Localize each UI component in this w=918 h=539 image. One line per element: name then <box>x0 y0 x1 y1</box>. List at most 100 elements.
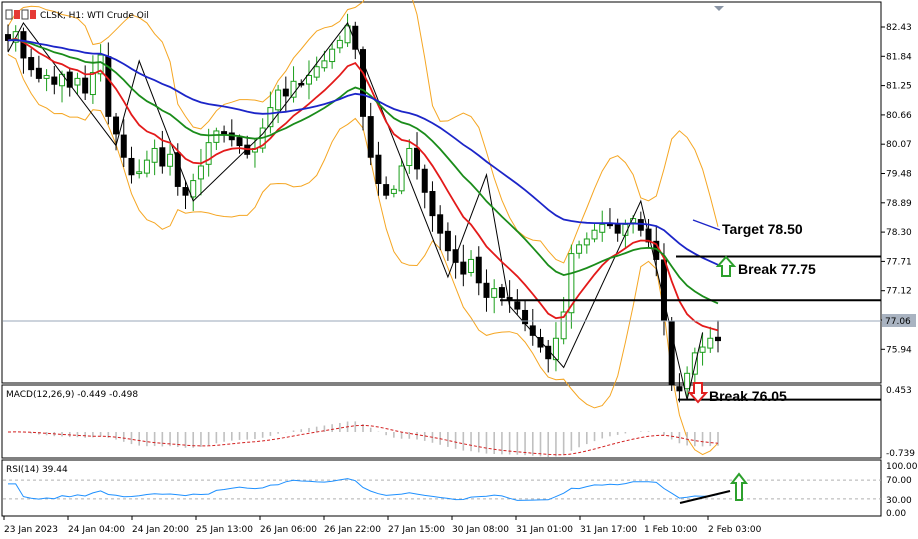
macd-tick-label: 0.453 <box>886 386 912 396</box>
candle-body <box>406 147 413 167</box>
candle-body <box>398 165 405 192</box>
price-tick-label: 78.30 <box>886 228 912 238</box>
price-tick-label: 81.25 <box>886 82 912 92</box>
candle-body <box>576 244 583 254</box>
price-tick-label: 77.71 <box>886 257 912 267</box>
candle-body <box>375 154 382 185</box>
rsi-tick-label: 30.00 <box>886 496 912 506</box>
time-tick-label: 26 Jan 06:00 <box>260 525 317 535</box>
candle-body <box>213 130 220 143</box>
price-axis: 82.43 81.84 81.25 80.66 80.07 79.48 78.89 78.30… <box>881 23 918 519</box>
price-tick-label: 79.48 <box>886 170 912 180</box>
symbol-title: CLSK, H1: WTI Crude Oil <box>40 11 149 21</box>
header-icon-4[interactable] <box>30 10 36 19</box>
candle-body <box>120 134 127 158</box>
candle-body <box>715 336 721 342</box>
candle-body <box>43 74 50 79</box>
time-tick-label: 30 Jan 08:00 <box>452 525 509 535</box>
candle-body <box>437 214 444 234</box>
time-tick-label: 26 Jan 22:00 <box>324 525 381 535</box>
candle-body <box>128 157 135 176</box>
rsi-label: RSI(14) 39.44 <box>6 465 68 475</box>
time-tick-label: 31 Jan 01:00 <box>516 525 573 535</box>
candle-body <box>637 219 644 231</box>
candle-body <box>35 67 42 79</box>
candle-body <box>321 60 328 69</box>
candle-body <box>159 147 166 167</box>
candle-body <box>383 184 390 196</box>
price-tick-label: 80.66 <box>886 111 912 121</box>
candle-body <box>691 352 698 375</box>
candle-body <box>305 74 312 85</box>
time-tick-label: 23 Jan 2023 <box>4 525 58 535</box>
rsi-panel <box>1 459 882 517</box>
time-tick-label: 27 Jan 15:00 <box>388 525 445 535</box>
candle-body <box>414 147 421 170</box>
time-axis: 23 Jan 2023 24 Jan 04:00 24 Jan 20:00 25 Ja… <box>3 516 762 535</box>
candle-body <box>20 31 27 59</box>
candle-body <box>197 165 204 180</box>
candle-body <box>143 159 150 174</box>
main-price-panel <box>1 1 882 384</box>
candle-body <box>275 89 282 111</box>
time-tick-label: 24 Jan 20:00 <box>132 525 189 535</box>
price-tick-label: 81.84 <box>886 52 912 62</box>
time-tick-label: 2 Feb 03:00 <box>708 525 762 535</box>
macd-label: MACD(12,26,9) -0.449 -0.498 <box>6 390 138 400</box>
candle-body <box>606 223 613 227</box>
candle-body <box>290 80 297 98</box>
time-tick-label: 31 Jan 17:00 <box>580 525 637 535</box>
candle-body <box>660 259 667 322</box>
candle-body <box>498 287 505 298</box>
candle-body <box>676 386 683 392</box>
candle-body <box>151 147 158 163</box>
candle-body <box>367 116 374 158</box>
price-tick-label: 77.12 <box>886 287 912 297</box>
header-icon-2[interactable] <box>14 10 20 19</box>
candle-body <box>599 223 606 233</box>
candle-body <box>136 171 143 175</box>
candle-body <box>336 39 343 49</box>
time-tick-label: 1 Feb 10:00 <box>644 525 698 535</box>
time-tick-label: 25 Jan 13:00 <box>196 525 253 535</box>
candle-body <box>583 238 590 246</box>
candle-body <box>684 372 691 390</box>
candle-body <box>460 261 467 275</box>
candle-body <box>74 77 81 86</box>
chart-canvas: 82.43 81.84 81.25 80.66 80.07 79.48 78.89 78.30… <box>1 0 918 535</box>
candle-body <box>190 180 197 198</box>
time-tick-label: 24 Jan 04:00 <box>68 525 125 535</box>
candle-body <box>282 88 289 97</box>
candle-body <box>429 191 436 217</box>
candle-body <box>236 137 243 147</box>
candle-body <box>491 288 498 298</box>
candle-body <box>475 256 482 284</box>
candle-body <box>699 346 706 353</box>
candle-body <box>329 48 336 63</box>
candle-body <box>51 76 58 85</box>
candle-body <box>113 116 120 135</box>
current-price-text: 77.06 <box>885 317 911 327</box>
price-tick-label: 82.43 <box>886 23 912 33</box>
price-tick-label: 78.89 <box>886 199 912 209</box>
candle-body <box>483 282 490 298</box>
price-tick-label: 75.94 <box>886 345 912 355</box>
macd-tick-label: -0.739 <box>886 449 915 459</box>
candle-body <box>591 229 598 240</box>
break-down-label: Break 76.05 <box>709 388 787 404</box>
candle-body <box>514 301 521 310</box>
candle-body <box>182 187 189 196</box>
candle-body <box>390 188 397 194</box>
break-up-label: Break 77.75 <box>738 261 816 277</box>
candle-body <box>89 72 96 96</box>
target-label: Target 78.50 <box>722 221 803 237</box>
candle-body <box>360 49 366 117</box>
candle-body <box>707 337 714 349</box>
candle-body <box>668 320 675 386</box>
rsi-tick-label: 100.00 <box>886 462 918 472</box>
candle-body <box>444 230 451 252</box>
candle-body <box>167 153 174 167</box>
candle-body <box>468 258 475 273</box>
rsi-tick-label: 70.00 <box>886 476 912 486</box>
candle-body <box>28 57 35 71</box>
